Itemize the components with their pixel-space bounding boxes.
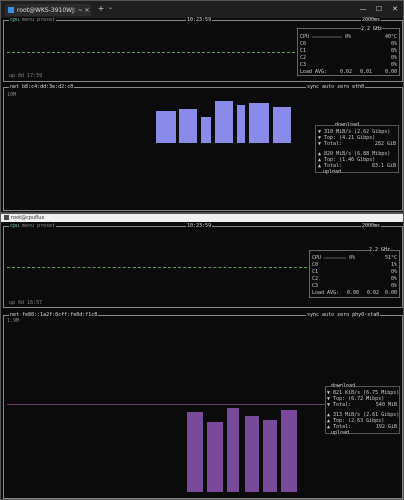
close-tab-icon[interactable]: ✕: [83, 7, 91, 14]
close-window-button[interactable]: ✕: [387, 1, 403, 18]
tab-label: root@WKS-3910WJ: ~: [17, 6, 83, 14]
new-tab-button[interactable]: +: [96, 4, 106, 13]
cpu-total-row: CPU 0% 40°C: [300, 34, 397, 40]
core-row: C0 1%: [312, 262, 397, 268]
download-total: ▼ Total: 282 GiB: [318, 141, 396, 147]
cpu-freq: 2.2 GHz: [369, 247, 391, 253]
load-avg-row: Load AVG: 0.00 0.02 0.00: [312, 290, 397, 296]
cpu-graph: [7, 267, 307, 268]
net-graph-download: [156, 101, 291, 143]
terminal-icon: [4, 215, 9, 220]
download-label: download: [331, 383, 356, 389]
refresh-interval[interactable]: 2000ms: [361, 223, 382, 229]
clock: 10:23:59: [186, 17, 213, 23]
terminal-window-top: root@WKS-3910WJ: ~ ✕ + ⌄ — ☐ ✕ cpu menu …: [0, 0, 404, 213]
terminal-tab[interactable]: root@WKS-3910WJ: ~ ✕: [5, 4, 91, 16]
net-controls[interactable]: sync auto zero eth0: [306, 84, 366, 90]
core-row: C3 0%: [312, 283, 397, 289]
net-panel-title: net b8:c4:dd:3e:d2:c0: [9, 84, 75, 90]
net-controls[interactable]: sync auto zero phy0-sta0: [306, 312, 381, 318]
clock: 10:23:59: [186, 223, 213, 229]
terminal-icon: [8, 7, 14, 13]
cpu-panel-title: cpu menu preset: [9, 17, 57, 23]
maximize-button[interactable]: ☐: [371, 1, 387, 18]
uptime: up 0d 16:57: [9, 300, 43, 306]
uptime: up 0d 17:59: [9, 73, 43, 79]
core-row: C1 0%: [300, 48, 397, 54]
core-row: C2 0%: [300, 55, 397, 61]
refresh-interval[interactable]: 2000ms: [361, 17, 382, 23]
cpu-graph: [7, 52, 295, 53]
core-row: C2 0%: [312, 276, 397, 282]
download-label: download: [335, 122, 360, 128]
tab-dropdown-icon[interactable]: ⌄: [108, 4, 113, 11]
window-title: root@cpuflux: [11, 215, 45, 221]
upload-label: upload: [323, 169, 342, 175]
core-row: C1 0%: [312, 269, 397, 275]
title-bar: root@cpuflux: [1, 214, 403, 222]
net-graph-upload: [187, 408, 297, 492]
download-total: ▼ Total: 540 MiB: [327, 402, 397, 408]
core-row: C0 0%: [300, 41, 397, 47]
load-avg-row: Load AVG: 0.02 0.01 0.00: [300, 69, 397, 75]
cpu-total-row: CPU 0% 51°C: [312, 255, 397, 261]
core-row: C3 0%: [300, 62, 397, 68]
title-bar: root@WKS-3910WJ: ~ ✕ + ⌄ — ☐ ✕: [1, 1, 403, 18]
upload-label: upload: [331, 430, 350, 436]
terminal-window-bottom: root@cpuflux cpu menu preset 10:23:59 20…: [0, 213, 404, 500]
cpu-panel-title: cpu menu preset: [9, 223, 57, 229]
net-scale: 1.9M: [7, 318, 20, 324]
minimize-button[interactable]: —: [355, 1, 371, 18]
cpu-freq: 2.2 GHz: [361, 26, 383, 32]
net-panel-title: net fe80::1a2f:8cff:fe0d:f1c8: [9, 312, 99, 318]
net-scale: 10M: [7, 92, 17, 98]
